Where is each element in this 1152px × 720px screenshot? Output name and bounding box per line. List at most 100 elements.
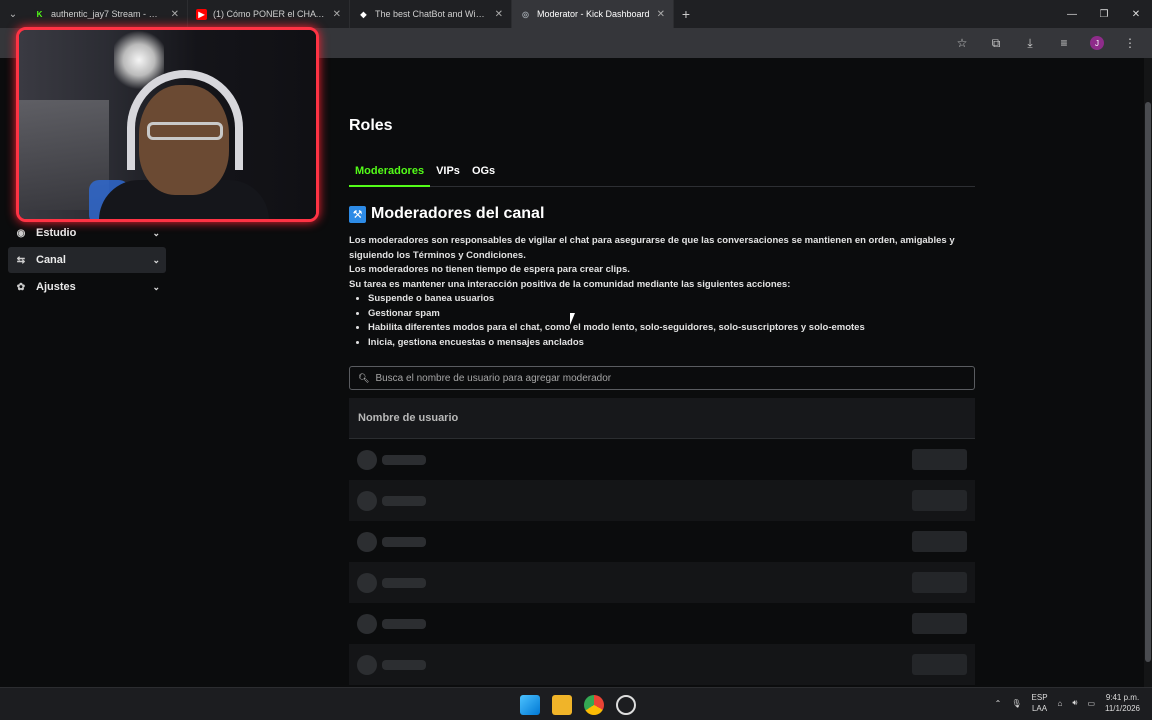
webcam-glasses bbox=[147, 122, 223, 140]
windows-start-icon[interactable] bbox=[520, 695, 540, 715]
sidebar-item-label: Ajustes bbox=[36, 281, 76, 293]
webcam-overlay bbox=[16, 27, 319, 222]
obs-icon[interactable] bbox=[616, 695, 636, 715]
close-icon[interactable]: ✕ bbox=[495, 9, 503, 20]
system-tray: ⌃ 🎙︎ ESP LAA ⌂ 🔊︎ ▭ 9:41 p.m. 11/1/2026 bbox=[995, 692, 1140, 714]
sidebar-item-estudio[interactable]: ◉ Estudio ⌄ bbox=[8, 220, 166, 246]
reading-list-icon[interactable]: ≡ bbox=[1056, 36, 1072, 50]
table-header: Nombre de usuario bbox=[349, 398, 975, 439]
network-icon[interactable]: ⌂ bbox=[1058, 699, 1063, 708]
chevron-down-icon: ⌄ bbox=[152, 254, 160, 265]
action-skeleton bbox=[912, 572, 967, 593]
gear-icon: ✿ bbox=[16, 281, 26, 293]
star-icon[interactable]: ☆ bbox=[954, 36, 970, 50]
name-skeleton bbox=[382, 454, 426, 465]
clock[interactable]: 9:41 p.m. 11/1/2026 bbox=[1105, 692, 1140, 714]
list-item: Habilita diferentes modos para el chat, … bbox=[368, 321, 975, 336]
name-skeleton bbox=[382, 577, 426, 588]
column-header-username: Nombre de usuario bbox=[358, 412, 459, 424]
browser-tab[interactable]: ▶ (1) Cómo PONER el CHAT de K ✕ bbox=[188, 0, 350, 28]
tab-title: authentic_jay7 Stream - Watch bbox=[51, 9, 165, 19]
volume-icon[interactable]: 🔊︎ bbox=[1072, 698, 1077, 708]
chrome-icon[interactable] bbox=[584, 695, 604, 715]
window-controls: — ❐ ✕ bbox=[1056, 0, 1152, 28]
roles-tabs: Moderadores VIPs OGs bbox=[349, 160, 975, 187]
language-code: ESP bbox=[1031, 693, 1048, 702]
microphone-icon[interactable]: 🎙︎ bbox=[1011, 699, 1021, 708]
avatar-skeleton bbox=[357, 572, 377, 593]
download-icon[interactable]: ⤓ bbox=[1022, 36, 1038, 51]
description-line: Los moderadores son responsables de vigi… bbox=[349, 235, 955, 261]
action-skeleton bbox=[912, 654, 967, 675]
browser-tab[interactable]: K authentic_jay7 Stream - Watch ✕ bbox=[26, 0, 188, 28]
action-skeleton bbox=[912, 531, 967, 552]
page-scrollbar[interactable] bbox=[1144, 58, 1152, 687]
moderators-section: ⚒ Moderadores del canal Los moderadores … bbox=[349, 205, 975, 350]
avatar-skeleton bbox=[357, 449, 377, 470]
youtube-icon: ▶ bbox=[196, 8, 207, 20]
browser-tab-bar: ⌄ K authentic_jay7 Stream - Watch ✕ ▶ (1… bbox=[0, 0, 1152, 28]
search-icon: 🔍︎ bbox=[358, 372, 370, 383]
browser-tab-active[interactable]: ◎ Moderator - Kick Dashboard ✕ bbox=[512, 0, 674, 28]
battery-icon[interactable]: ▭ bbox=[1087, 699, 1095, 708]
sidebar-item-label: Canal bbox=[36, 254, 66, 266]
sidebar-item-canal[interactable]: ⇆ Canal ⌄ bbox=[8, 247, 166, 273]
chevron-up-icon[interactable]: ⌃ bbox=[995, 699, 1002, 708]
avatar-skeleton bbox=[357, 613, 377, 634]
browser-tab[interactable]: ◆ The best ChatBot and Widgets ✕ bbox=[350, 0, 512, 28]
extensions-icon[interactable]: ⧉ bbox=[988, 36, 1004, 51]
section-header: ⚒ Moderadores del canal bbox=[349, 205, 975, 223]
menu-icon[interactable]: ⋮ bbox=[1122, 36, 1138, 50]
action-skeleton bbox=[912, 449, 967, 470]
avatar-skeleton bbox=[357, 654, 377, 675]
tab-moderadores[interactable]: Moderadores bbox=[349, 160, 431, 187]
sidebar-item-label: Estudio bbox=[36, 227, 77, 239]
maximize-icon[interactable]: ❐ bbox=[1088, 0, 1120, 28]
streamelements-icon: ◆ bbox=[360, 9, 367, 19]
description-line: Su tarea es mantener una interacción pos… bbox=[349, 278, 791, 290]
list-item: Gestionar spam bbox=[368, 307, 975, 322]
sidebar-item-ajustes[interactable]: ✿ Ajustes ⌄ bbox=[8, 274, 166, 300]
list-item: Suspende o banea usuarios bbox=[368, 292, 975, 307]
page-title: Roles bbox=[349, 117, 393, 134]
name-skeleton bbox=[382, 495, 426, 506]
section-description: Los moderadores son responsables de vigi… bbox=[349, 234, 975, 350]
minimize-icon[interactable]: — bbox=[1056, 0, 1088, 28]
file-explorer-icon[interactable] bbox=[552, 695, 572, 715]
chevron-down-icon: ⌄ bbox=[152, 281, 160, 292]
channel-icon: ⇆ bbox=[16, 254, 26, 266]
windows-taskbar: ⌃ 🎙︎ ESP LAA ⌂ 🔊︎ ▭ 9:41 p.m. 11/1/2026 bbox=[0, 687, 1152, 720]
new-tab-button[interactable]: + bbox=[674, 6, 698, 22]
mouse-cursor bbox=[570, 313, 580, 325]
tab-search-chevron-icon[interactable]: ⌄ bbox=[0, 0, 26, 28]
moderator-search-input[interactable]: 🔍︎ Busca el nombre de usuario para agreg… bbox=[349, 366, 975, 390]
scrollbar-thumb[interactable] bbox=[1145, 102, 1151, 662]
tab-vips[interactable]: VIPs bbox=[430, 160, 466, 187]
avatar-skeleton bbox=[357, 490, 377, 511]
name-skeleton bbox=[382, 659, 426, 670]
close-icon[interactable]: ✕ bbox=[171, 9, 179, 20]
keyboard-layout: LAA bbox=[1031, 704, 1048, 713]
table-row-skeleton bbox=[349, 562, 975, 603]
close-icon[interactable]: ✕ bbox=[333, 9, 341, 20]
tab-title: Moderator - Kick Dashboard bbox=[537, 9, 650, 19]
tab-ogs[interactable]: OGs bbox=[466, 160, 501, 187]
language-indicator[interactable]: ESP LAA bbox=[1032, 692, 1048, 714]
list-item: Inicia, gestiona encuestas o mensajes an… bbox=[368, 336, 975, 351]
kick-logo-icon: K bbox=[34, 8, 45, 20]
close-icon[interactable]: ✕ bbox=[657, 9, 665, 20]
clock-date: 11/1/2026 bbox=[1105, 704, 1140, 713]
table-row-skeleton bbox=[349, 480, 975, 521]
name-skeleton bbox=[382, 536, 426, 547]
table-row-skeleton bbox=[349, 603, 975, 644]
close-window-icon[interactable]: ✕ bbox=[1120, 0, 1152, 28]
actions-list: Suspende o banea usuarios Gestionar spam… bbox=[368, 292, 975, 350]
camera-icon: ◉ bbox=[16, 227, 26, 239]
action-skeleton bbox=[912, 613, 967, 634]
chevron-down-icon: ⌄ bbox=[152, 227, 160, 238]
profile-avatar[interactable]: J bbox=[1090, 36, 1104, 50]
dashboard-sidebar: ◉ Estudio ⌄ ⇆ Canal ⌄ ✿ Ajustes ⌄ bbox=[8, 220, 166, 301]
taskbar-apps bbox=[520, 695, 636, 715]
globe-icon: ◎ bbox=[522, 9, 529, 19]
avatar-skeleton bbox=[357, 531, 377, 552]
